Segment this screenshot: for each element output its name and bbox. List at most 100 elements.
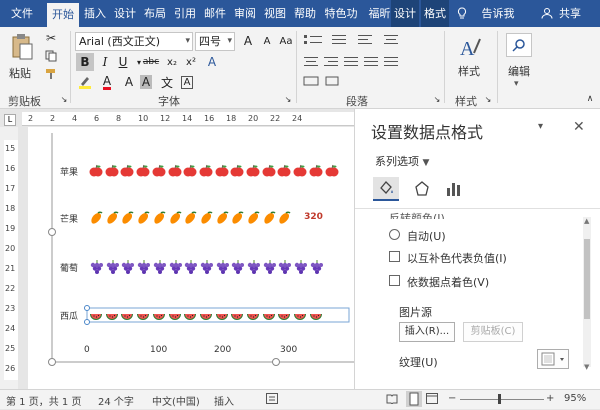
styles-icon[interactable]: A: [456, 33, 484, 61]
watermelon-icon: [231, 314, 244, 320]
series-options-icon[interactable]: [441, 177, 467, 201]
zoom-in-button[interactable]: +: [546, 393, 554, 404]
watermelon-icon: [199, 314, 212, 320]
watermelon-icon: [294, 314, 307, 320]
read-mode-icon[interactable]: [386, 393, 398, 407]
watermelon-icon: [247, 314, 259, 320]
share-button[interactable]: 共享: [556, 0, 584, 27]
mango-icon: [122, 211, 134, 224]
apple-icon: [105, 164, 119, 177]
close-icon[interactable]: ✕: [573, 119, 585, 135]
divider: [444, 31, 445, 103]
apple-icon: [89, 164, 103, 177]
insert-picture-button[interactable]: 插入(R)...: [399, 322, 455, 342]
chart[interactable]: 苹果 芒果 320 葡萄 西瓜 0 100 200 300: [0, 0, 354, 389]
pane-options-icon[interactable]: ▾: [538, 121, 543, 132]
status-bar: 第 1 页，共 1 页 24 个字 中文(中国) 插入 − + 95%: [0, 389, 600, 409]
category-label: 葡萄: [60, 264, 79, 274]
x-tick-label: 100: [150, 345, 168, 355]
effects-icon[interactable]: [409, 177, 435, 201]
mango-icon: [107, 211, 119, 224]
grapes-icon: [232, 260, 245, 274]
watermelon-icon: [90, 314, 102, 320]
grapes-icon: [263, 260, 276, 274]
apple-icon: [120, 164, 134, 177]
styles-launcher-icon[interactable]: ↘: [483, 94, 493, 104]
macro-icon[interactable]: [266, 393, 278, 407]
grapes-icon: [247, 260, 260, 274]
invert-colors-label: 反转颜色(I): [389, 212, 445, 219]
grapes-icon: [216, 260, 229, 274]
scroll-down-icon[interactable]: ▼: [584, 363, 589, 371]
mango-icon: [154, 211, 166, 224]
page-count[interactable]: 第 1 页，共 1 页: [6, 393, 81, 408]
apple-icon: [230, 164, 244, 177]
category-label: 芒果: [60, 215, 79, 225]
zoom-out-button[interactable]: −: [448, 393, 456, 404]
texture-picker[interactable]: [537, 349, 569, 369]
watermelon-icon: [168, 314, 181, 320]
word-count[interactable]: 24 个字: [98, 393, 134, 408]
mango-icon: [232, 211, 244, 224]
mango-icon: [201, 211, 213, 224]
apple-icon: [152, 164, 166, 177]
apple-icon: [325, 164, 338, 177]
texture-label: 纹理(U): [399, 356, 438, 369]
series-options-dropdown[interactable]: 系列选项 ▼: [375, 153, 429, 169]
mango-icon: [248, 211, 260, 224]
watermelon-icon: [152, 314, 165, 320]
invert-negative-checkbox[interactable]: [389, 251, 400, 262]
scroll-up-icon[interactable]: ▲: [584, 217, 589, 225]
auto-radio[interactable]: [389, 229, 400, 240]
web-layout-icon[interactable]: [426, 393, 438, 407]
category-label: 苹果: [60, 168, 79, 178]
tab-chart-format[interactable]: 格式: [421, 0, 449, 27]
mango-icon: [264, 211, 276, 224]
grapes-icon: [294, 260, 308, 274]
auto-label: 自动(U): [407, 230, 446, 243]
zoom-slider-thumb[interactable]: [498, 394, 501, 404]
styles-button-label[interactable]: 样式: [458, 63, 480, 79]
watermelon-icon: [137, 314, 150, 320]
grapes-icon: [137, 260, 151, 274]
zoom-slider-track[interactable]: [460, 399, 544, 400]
vary-colors-label: 依数据点着色(V): [407, 276, 490, 289]
watermelon-icon: [262, 314, 275, 320]
watermelon-icon: [278, 314, 291, 320]
divider: [355, 208, 600, 209]
watermelon-icon: [184, 314, 197, 320]
tell-me-search[interactable]: 告诉我: [477, 0, 519, 27]
watermelon-icon: [121, 314, 134, 320]
x-tick-label: 0: [84, 345, 90, 355]
grapes-icon: [310, 260, 323, 274]
apple-icon: [136, 164, 150, 177]
clipboard-button[interactable]: 剪贴板(C): [463, 322, 523, 342]
insert-mode[interactable]: 插入: [214, 393, 234, 408]
search-icon[interactable]: [506, 33, 532, 57]
mango-icon: [216, 211, 229, 224]
language[interactable]: 中文(中国): [152, 393, 200, 408]
editing-button-label[interactable]: 编辑: [508, 63, 530, 79]
paragraph-launcher-icon[interactable]: ↘: [432, 94, 442, 104]
print-layout-icon[interactable]: [406, 391, 422, 410]
chart-frame: [48, 133, 354, 366]
data-label: 320: [304, 212, 323, 222]
lightbulb-icon[interactable]: [455, 0, 469, 27]
apple-icon: [262, 164, 276, 177]
user-icon[interactable]: [540, 0, 554, 27]
vary-colors-checkbox[interactable]: [389, 275, 400, 286]
grapes-icon: [153, 260, 166, 274]
tab-chart-design[interactable]: 设计: [391, 0, 419, 27]
grapes-icon: [184, 260, 198, 274]
picture-source-label: 图片源: [399, 306, 432, 319]
chevron-down-icon[interactable]: ▾: [514, 79, 519, 89]
grapes-icon: [169, 260, 182, 274]
apple-icon: [183, 164, 197, 177]
collapse-ribbon-icon[interactable]: ∧: [584, 93, 596, 105]
zoom-level[interactable]: 95%: [564, 393, 586, 404]
watermelon-icon: [105, 314, 118, 320]
fill-line-icon[interactable]: [373, 177, 399, 201]
scrollbar-thumb[interactable]: [584, 239, 590, 319]
grapes-icon: [106, 260, 119, 274]
divider: [497, 31, 498, 103]
